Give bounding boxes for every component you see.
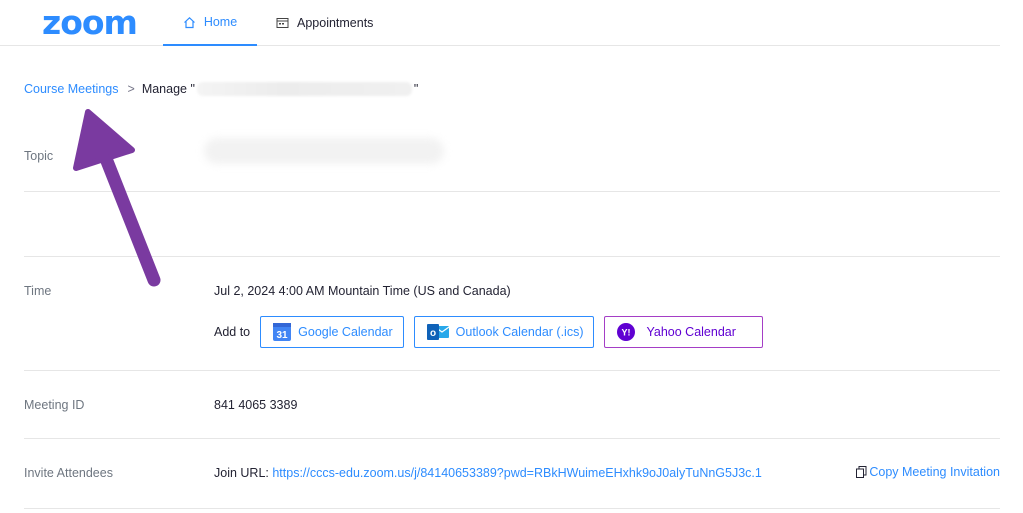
copy-meeting-invitation-button[interactable]: Copy Meeting Invitation [856,465,1000,479]
google-calendar-icon-text: 31 [277,330,289,341]
join-url: Join URL: https://cccs-edu.zoom.us/j/841… [214,466,762,480]
google-calendar-icon: 31 [272,322,292,342]
outlook-icon-text: o [430,328,436,339]
topic-label: Topic [24,149,54,163]
copy-icon [856,466,867,478]
outlook-calendar-button[interactable]: o Outlook Calendar (.ics) [413,316,595,348]
copy-meeting-invitation-label: Copy Meeting Invitation [869,465,1000,479]
topic-row: Topic [24,112,1000,192]
invite-attendees-row: Invite Attendees Join URL: https://cccs-… [24,439,1000,509]
tab-appointments[interactable]: Appointments [276,0,373,46]
zoom-logo[interactable]: zoom [42,5,138,41]
time-value: Jul 2, 2024 4:00 AM Mountain Time (US an… [214,284,511,298]
time-row: Time Jul 2, 2024 4:00 AM Mountain Time (… [24,257,1000,371]
google-calendar-label: Google Calendar [298,325,393,339]
yahoo-calendar-label: Yahoo Calendar [646,325,736,339]
tab-home-label: Home [203,15,238,29]
breadcrumb-current-prefix: Manage " [141,82,195,96]
outlook-icon: o [426,322,450,342]
invite-attendees-label: Invite Attendees [24,466,113,480]
top-nav: zoom Home Appointments [0,0,1000,46]
add-to-label: Add to [214,325,251,339]
time-label: Time [24,284,52,298]
breadcrumb-current-suffix: " [413,82,419,96]
join-url-label: Join URL: [214,466,273,480]
join-url-link[interactable]: https://cccs-edu.zoom.us/j/84140653389?p… [272,466,762,480]
yahoo-calendar-button[interactable]: Y! Yahoo Calendar [604,316,763,348]
breadcrumb-course-meetings-link[interactable]: Course Meetings [24,82,119,96]
empty-row [24,192,1000,257]
tab-appointments-label: Appointments [297,16,374,30]
home-icon [183,16,196,29]
add-to-calendar: Add to 31 Google Calendar o Outlook Cale… [214,316,773,348]
breadcrumb: Course Meetings > Manage " " [24,82,418,96]
yahoo-icon-text: Y! [622,328,631,338]
breadcrumb-separator: > [127,82,135,96]
meeting-id-row: Meeting ID 841 4065 3389 [24,371,1000,439]
meeting-id-label: Meeting ID [24,398,85,412]
redacted-topic-value [204,138,444,164]
calendar-icon [276,17,289,29]
redacted-meeting-name [196,82,412,96]
google-calendar-button[interactable]: 31 Google Calendar [260,316,404,348]
tab-home[interactable]: Home [163,0,257,46]
yahoo-icon: Y! [616,322,636,342]
outlook-calendar-label: Outlook Calendar (.ics) [455,325,584,339]
meeting-id-value: 841 4065 3389 [214,398,298,412]
